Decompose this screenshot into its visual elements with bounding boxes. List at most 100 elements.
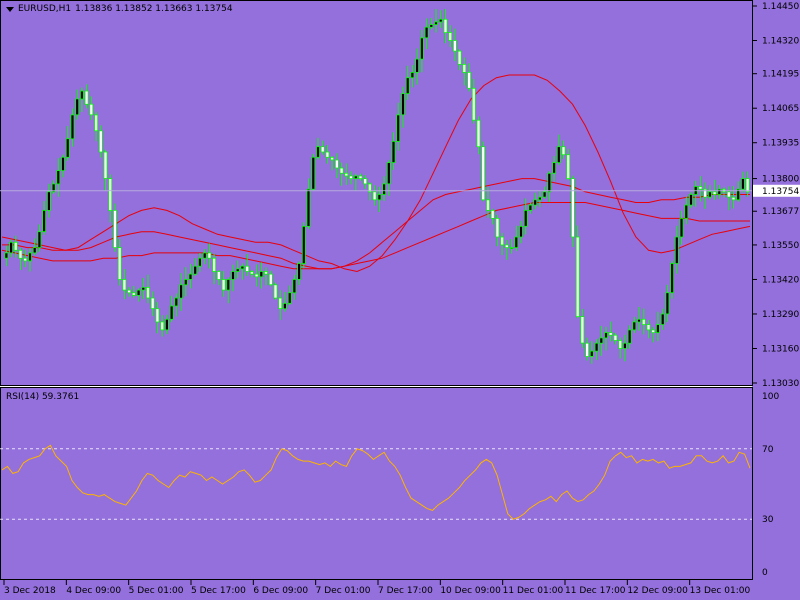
candle-body [415, 58, 420, 73]
price-label: 1.13420 [762, 275, 799, 285]
candle-body [353, 175, 358, 179]
candle-body [419, 37, 424, 60]
candle-body [467, 72, 472, 89]
candle-body [127, 289, 131, 294]
candle-body [708, 191, 712, 198]
time-label: 12 Dec 09:00 [627, 586, 688, 596]
candle-body [325, 151, 330, 158]
candle-body [514, 236, 519, 249]
candle-body [84, 90, 89, 105]
rsi-scale-label: 30 [762, 515, 774, 525]
candle-body [632, 321, 637, 331]
rsi-line [1, 444, 751, 520]
candle-body [684, 204, 689, 219]
price-label: 1.13290 [762, 310, 799, 320]
candle-body [726, 191, 731, 198]
time-label: 10 Dec 09:00 [440, 586, 501, 596]
candle-body [476, 119, 481, 148]
chart-header[interactable]: EURUSD,H1 1.13836 1.13852 1.13663 1.1375… [6, 4, 233, 14]
rsi-scale-label: 0 [762, 568, 768, 578]
candle-body [231, 271, 235, 280]
candle-body [462, 64, 467, 73]
candle-body [457, 50, 462, 65]
candle-body [311, 156, 316, 190]
candle-body [405, 77, 410, 94]
candle-body [94, 114, 98, 132]
candle-body [344, 172, 349, 177]
candle-body [183, 279, 188, 286]
candle-body [712, 191, 717, 195]
candle-body [656, 324, 660, 334]
candle-body [221, 279, 226, 291]
candle-body [259, 271, 264, 278]
candle-body [670, 263, 674, 294]
price-axis[interactable]: 1.14450 1.14320 1.14195 1.14065 1.13935 1.138… [0, 2, 800, 389]
candle-body [641, 318, 646, 325]
candle-body [287, 292, 292, 304]
symbol-label: EURUSD,H1 [18, 4, 72, 14]
candle-body [174, 297, 179, 307]
candle-body [613, 334, 618, 341]
time-label: 5 Dec 17:00 [191, 586, 246, 596]
candle-body [150, 297, 155, 310]
candle-body [490, 209, 495, 219]
candle-body [160, 321, 165, 331]
candle-body [509, 247, 514, 250]
candle-body [216, 271, 221, 280]
candle-body [80, 90, 84, 100]
candle-body [122, 279, 127, 291]
candle-body [188, 273, 193, 280]
candle-body [571, 178, 575, 238]
candle-body [297, 263, 302, 280]
candle-body [28, 252, 32, 262]
price-label: 1.13550 [762, 241, 799, 251]
candle-body [98, 130, 103, 153]
candle-body [193, 265, 198, 275]
candle-body [533, 199, 538, 206]
candle-body [13, 241, 18, 251]
candle-body [452, 40, 457, 52]
candles [4, 9, 750, 364]
price-label: 1.14450 [762, 2, 799, 12]
trading-chart[interactable]: 1.14450 1.14320 1.14195 1.14065 1.13935 1.138… [0, 0, 800, 600]
candle-body [240, 265, 245, 270]
candle-body [113, 209, 117, 248]
candle-body [443, 18, 448, 33]
candle-body [141, 286, 146, 291]
time-label: 3 Dec 2018 [4, 586, 56, 596]
candle-body [481, 146, 486, 201]
candle-body [330, 156, 335, 161]
candle-body [651, 329, 656, 333]
candle-body [169, 305, 174, 320]
current-price-label: 1.13754 [762, 187, 799, 197]
price-label: 1.14065 [762, 104, 799, 114]
candle-body [594, 342, 599, 352]
candle-body [131, 292, 136, 296]
candle-body [377, 194, 382, 201]
price-label: 1.14320 [762, 37, 799, 47]
rsi-panel[interactable] [0, 387, 753, 580]
candle-body [207, 252, 212, 259]
candle-body [471, 87, 476, 121]
candle-body [212, 257, 217, 272]
time-axis[interactable]: 3 Dec 2018 4 Dec 09:00 5 Dec 01:00 5 Dec 17… [3, 580, 751, 596]
candle-body [37, 231, 42, 248]
candle-body [500, 236, 505, 246]
triangle-down-icon[interactable] [6, 6, 14, 12]
candle-body [358, 175, 363, 179]
rsi-label: RSI(14) 59.3761 [6, 392, 80, 402]
candle-body [254, 273, 259, 278]
candle-body [434, 21, 438, 25]
candle-body [155, 308, 160, 323]
time-label: 13 Dec 01:00 [690, 586, 751, 596]
time-label: 4 Dec 09:00 [66, 586, 121, 596]
candle-body [448, 32, 453, 41]
time-label: 5 Dec 01:00 [129, 586, 184, 596]
candle-body [334, 159, 339, 169]
candle-body [538, 196, 542, 201]
candle-body [264, 271, 268, 275]
candle-body [108, 178, 113, 211]
candle-body [75, 98, 80, 116]
candle-body [202, 252, 207, 259]
candle-body [542, 191, 547, 198]
